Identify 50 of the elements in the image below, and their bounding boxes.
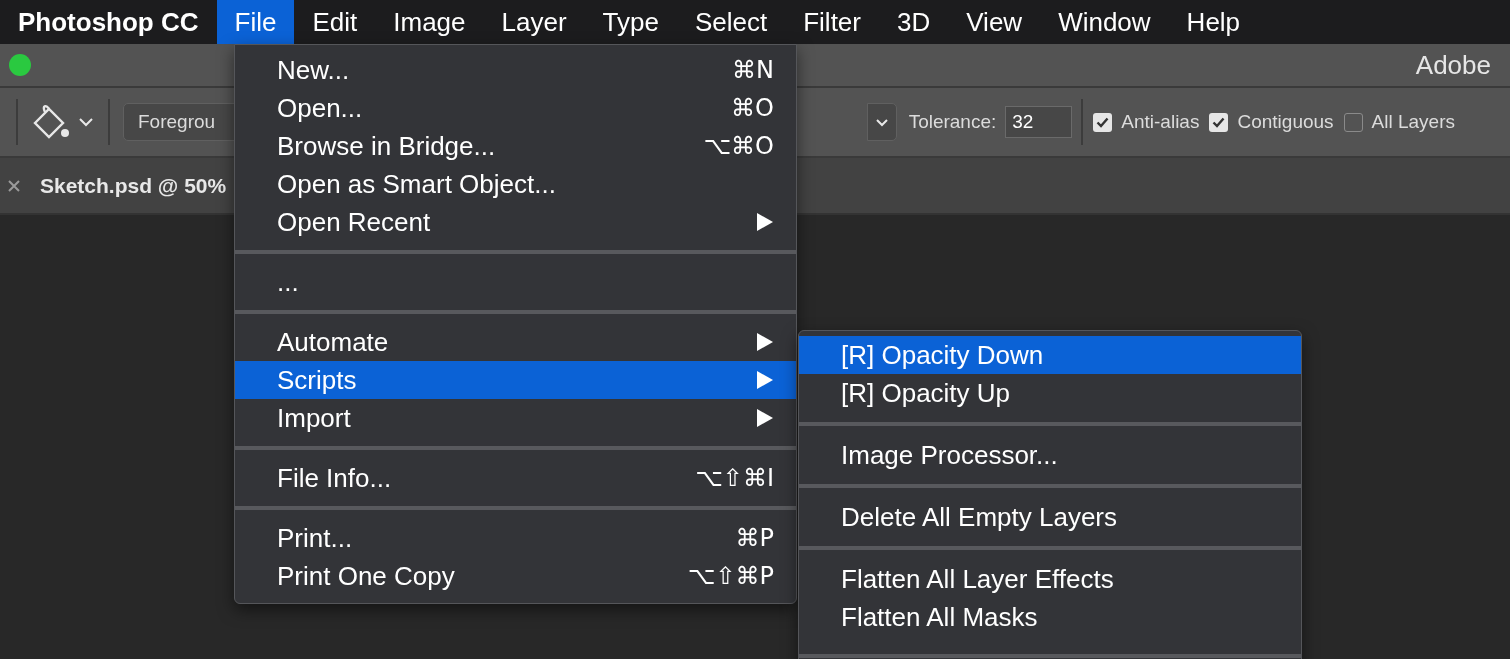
menu-bar-item[interactable]: Layer	[483, 0, 585, 44]
menu-bar-item[interactable]: View	[948, 0, 1041, 44]
menu-item[interactable]: Flatten All Masks	[799, 598, 1301, 636]
menu-bar-item[interactable]: 3D	[879, 0, 949, 44]
menu-item[interactable]: Print... ⌘P	[235, 519, 796, 557]
submenu-arrow-icon	[756, 212, 774, 232]
menu-item[interactable]: Flatten All Layer Effects	[799, 560, 1301, 598]
close-icon[interactable]	[8, 179, 20, 192]
menu-bar-item[interactable]: Image	[375, 0, 484, 44]
checkmark-icon	[1212, 116, 1226, 128]
menu-item[interactable]: ...	[235, 263, 796, 301]
tolerance-label: Tolerance:	[908, 109, 997, 134]
menu-item[interactable]: Import	[235, 399, 796, 437]
menu-bar-item[interactable]: Type	[584, 0, 677, 44]
submenu-arrow-icon	[756, 408, 774, 428]
menu-item[interactable]: Image Processor...	[799, 436, 1301, 474]
menu-item[interactable]: [R] Opacity Up	[799, 374, 1301, 412]
submenu-arrow-icon	[756, 370, 774, 390]
checkbox[interactable]	[1209, 112, 1229, 132]
menu-item[interactable]: Scripts	[235, 361, 796, 399]
menu-bar-item[interactable]: Select	[676, 0, 786, 44]
window-zoom-button[interactable]	[9, 54, 31, 76]
menu-item[interactable]: Open as Smart Object...	[235, 165, 796, 203]
app-name[interactable]: Photoshop CC	[0, 0, 217, 44]
paint-bucket-icon[interactable]	[32, 104, 70, 140]
submenu-arrow-icon	[756, 332, 774, 352]
checkbox-label: Anti-alias	[1121, 109, 1200, 134]
menu-item[interactable]: File Info... ⌥⇧⌘I	[235, 459, 796, 497]
menu-item[interactable]: Delete All Empty Layers	[799, 498, 1301, 536]
checkmark-icon	[1096, 116, 1110, 128]
menu-bar-item[interactable]: Filter	[785, 0, 879, 44]
chevron-down-icon[interactable]	[78, 117, 94, 127]
menu-item[interactable]: Print One Copy ⌥⇧⌘P	[235, 557, 796, 595]
checkbox[interactable]	[1093, 112, 1113, 132]
chevron-down-icon	[874, 117, 889, 127]
tolerance-field[interactable]: 32	[1005, 106, 1073, 138]
menu-item[interactable]: Automate	[235, 323, 796, 361]
menu-bar-item[interactable]: Window	[1040, 0, 1169, 44]
dropdown-button[interactable]	[866, 103, 897, 141]
menu-bar-item[interactable]: Edit	[294, 0, 376, 44]
checkbox[interactable]	[1343, 112, 1363, 132]
menu-bar-item[interactable]: File	[216, 0, 295, 44]
checkbox-label: Contiguous	[1237, 109, 1334, 134]
checkbox-label: All Layers	[1371, 109, 1455, 134]
window-title: Adobe	[1415, 48, 1492, 82]
menu-item[interactable]: [R] Opacity Down	[799, 336, 1301, 374]
document-tab[interactable]: Sketch.psd @ 50%	[40, 169, 227, 202]
menu-item[interactable]: Open Recent	[235, 203, 796, 241]
menu-item[interactable]: New... ⌘N	[235, 51, 796, 89]
menu-bar-item[interactable]: Help	[1168, 0, 1259, 44]
